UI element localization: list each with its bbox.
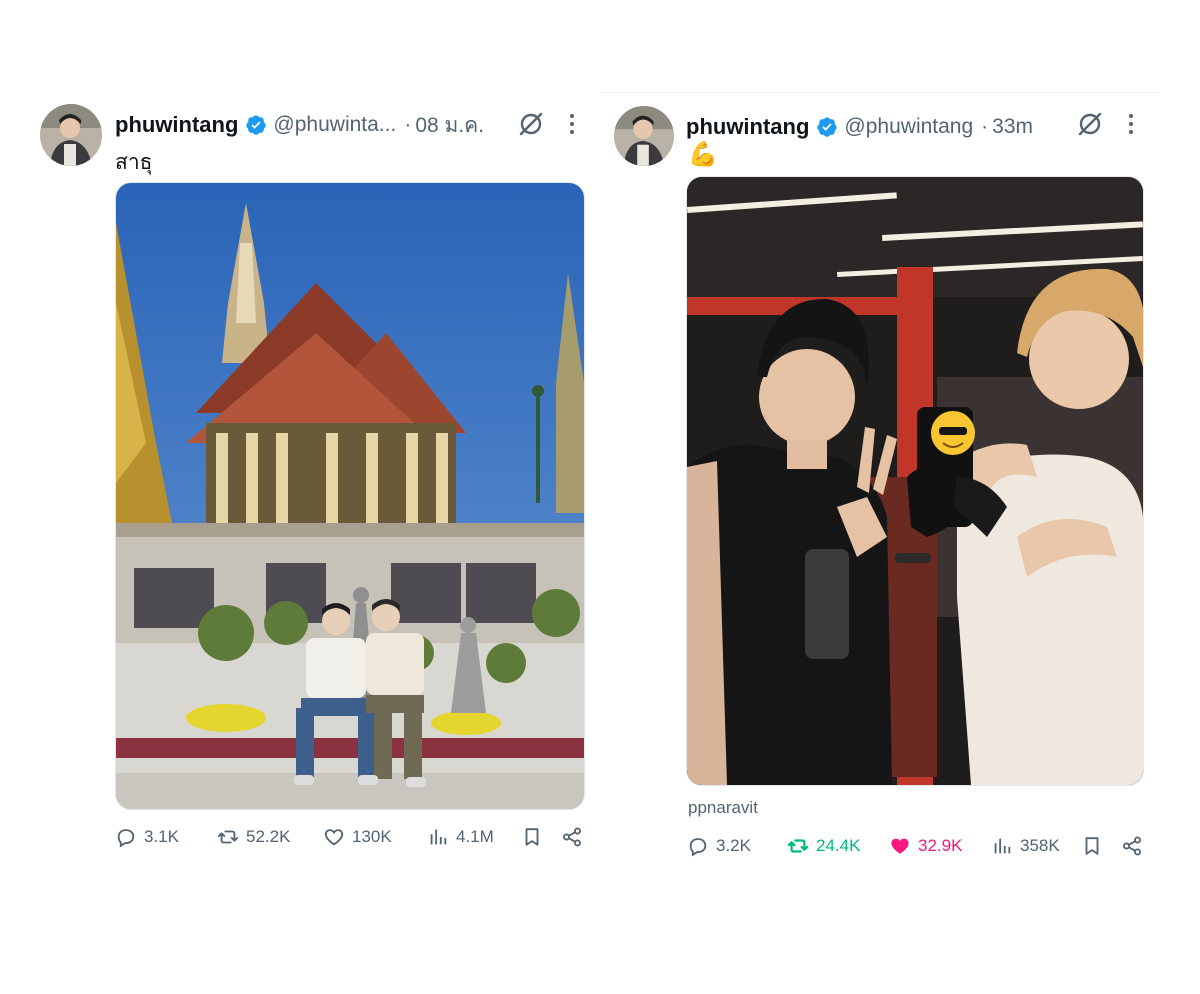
photo-caption[interactable]: ppnaravit [688, 798, 758, 818]
display-name[interactable]: phuwintang [686, 114, 809, 140]
repost-icon [217, 826, 239, 848]
repost-button[interactable]: 52.2K [217, 824, 290, 850]
time-separator: · [981, 115, 989, 138]
bookmark-button[interactable] [1081, 833, 1103, 859]
timestamp[interactable]: 33m [992, 115, 1033, 139]
post-text: สาธุ [115, 151, 153, 174]
share-button[interactable] [1121, 833, 1143, 859]
reply-count: 3.1K [144, 827, 179, 846]
reply-icon [115, 826, 137, 848]
display-name[interactable]: phuwintang [115, 112, 238, 138]
like-button[interactable]: 32.9K [889, 833, 962, 859]
heart-icon [323, 826, 345, 848]
verified-badge-icon [816, 116, 838, 138]
like-count: 32.9K [918, 836, 963, 855]
views-button[interactable]: 358K [991, 833, 1060, 859]
handle[interactable]: @phuwinta... [273, 113, 396, 137]
action-bar: 3.2K 24.4K 32.9K 358K [687, 833, 1143, 859]
views-count: 358K [1020, 836, 1060, 855]
post-photo[interactable] [686, 176, 1144, 786]
repost-count: 24.4K [816, 836, 861, 855]
reply-icon [687, 835, 709, 857]
share-icon [1121, 835, 1143, 857]
views-icon [427, 826, 449, 848]
post-text: 💪 [688, 141, 718, 168]
time-separator: · [404, 113, 412, 136]
more-icon[interactable] [1126, 110, 1136, 138]
reply-count: 3.2K [716, 836, 751, 855]
post-photo[interactable] [115, 182, 585, 810]
grok-icon[interactable] [517, 110, 545, 138]
like-button[interactable]: 130K [323, 824, 392, 850]
avatar[interactable] [614, 106, 674, 166]
more-icon[interactable] [567, 110, 577, 138]
share-button[interactable] [561, 824, 583, 850]
like-count: 130K [352, 827, 392, 846]
heart-icon [889, 835, 911, 857]
avatar[interactable] [40, 104, 102, 166]
share-icon [561, 826, 583, 848]
verified-badge-icon [245, 114, 267, 136]
post-header: phuwintang @phuwintang · 33m [686, 112, 1033, 142]
handle[interactable]: @phuwintang [844, 115, 973, 139]
post-header: phuwintang @phuwinta... · 08 ม.ค. [115, 110, 484, 140]
bookmark-icon [521, 826, 543, 848]
views-count: 4.1M [456, 827, 494, 846]
timestamp[interactable]: 08 ม.ค. [415, 109, 484, 142]
action-bar: 3.1K 52.2K 130K 4.1M [115, 824, 585, 850]
repost-icon [787, 835, 809, 857]
repost-button[interactable]: 24.4K [787, 833, 860, 859]
bookmark-button[interactable] [521, 824, 543, 850]
views-icon [991, 835, 1013, 857]
grok-icon[interactable] [1076, 110, 1104, 138]
reply-button[interactable]: 3.1K [115, 824, 179, 850]
bookmark-icon [1081, 835, 1103, 857]
views-button[interactable]: 4.1M [427, 824, 494, 850]
reply-button[interactable]: 3.2K [687, 833, 751, 859]
feed-divider [600, 92, 1160, 93]
repost-count: 52.2K [246, 827, 291, 846]
